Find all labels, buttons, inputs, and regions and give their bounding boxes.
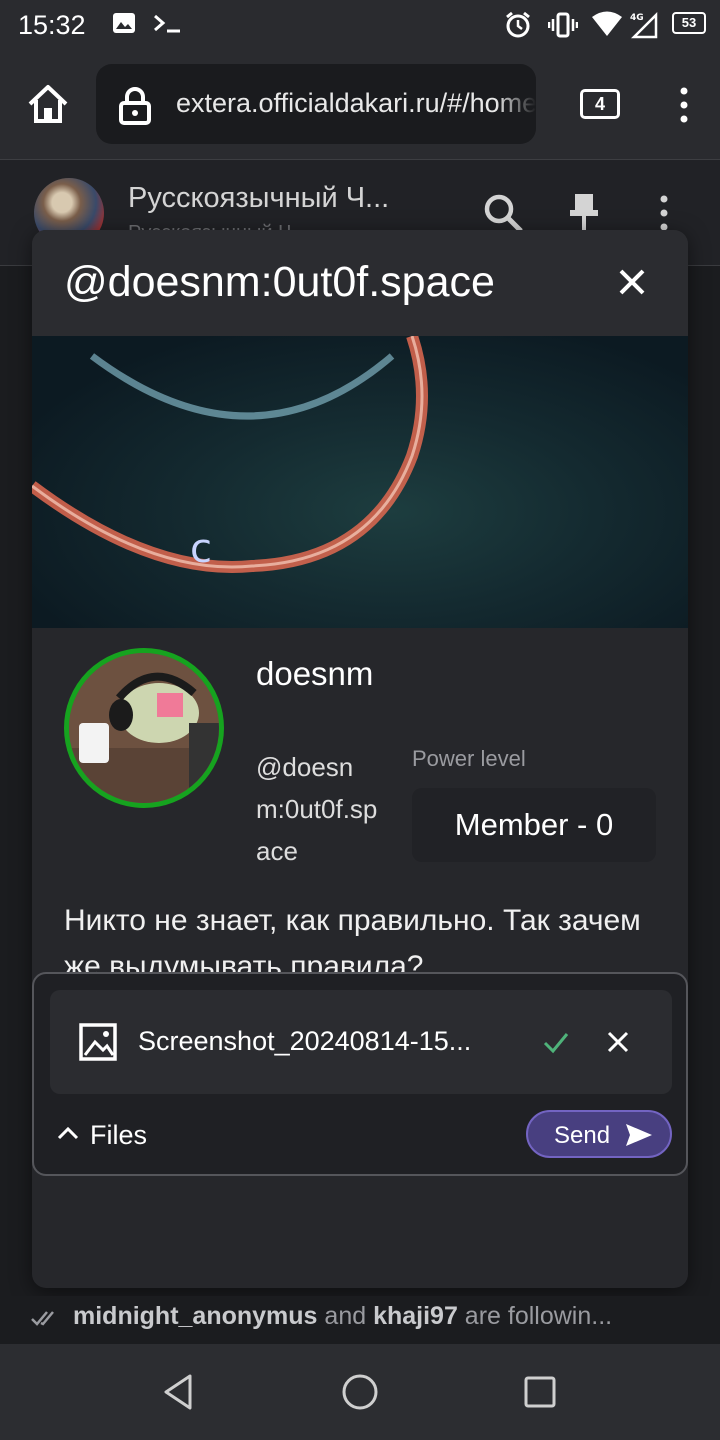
dialog-header: @doesnm:0ut0f.space	[32, 230, 688, 336]
back-icon[interactable]	[160, 1372, 196, 1417]
cell-signal-icon: 4G	[628, 11, 658, 44]
following-user-1[interactable]: midnight_anonymus	[73, 1302, 317, 1330]
android-nav-bar	[0, 1344, 720, 1440]
url-bar[interactable]: extera.officialdakari.ru/#/home	[96, 64, 536, 144]
home-icon[interactable]	[26, 82, 70, 131]
read-receipts-bar: midnight_anonymus and khaji97 are follow…	[0, 1296, 720, 1340]
banner-image: c	[32, 336, 428, 573]
user-id: @doesnm:0ut0f.space	[256, 752, 378, 866]
files-label: Files	[90, 1120, 148, 1150]
upload-panel: Screenshot_20240814-15... Files Send	[32, 972, 688, 1176]
lock-icon	[118, 86, 152, 131]
send-button[interactable]: Send	[526, 1110, 672, 1158]
svg-text:4G: 4G	[630, 13, 644, 23]
recents-icon[interactable]	[522, 1372, 558, 1417]
remove-file-icon[interactable]	[604, 1028, 632, 1056]
gallery-notification-icon	[112, 11, 136, 40]
user-avatar	[64, 648, 224, 808]
svg-text:c: c	[190, 526, 212, 572]
power-level-label: Power level	[412, 746, 526, 771]
chevron-up-icon	[56, 1124, 80, 1147]
image-file-icon	[78, 1022, 118, 1062]
close-icon[interactable]	[612, 262, 652, 302]
check-icon	[542, 1028, 570, 1056]
status-time: 15:32	[18, 10, 86, 40]
battery-icon: 53	[672, 12, 706, 34]
url-text: extera.officialdakari.ru/#/home	[176, 88, 536, 118]
send-icon	[624, 1122, 654, 1153]
alarm-icon	[504, 11, 532, 44]
tab-switcher-button[interactable]: 4	[580, 89, 620, 119]
wifi-icon	[592, 11, 622, 42]
upload-file-name: Screenshot_20240814-15...	[138, 1026, 472, 1056]
room-name[interactable]: Русскоязычный Ч...	[128, 182, 389, 215]
following-suffix: are followin...	[457, 1302, 613, 1330]
terminal-notification-icon	[152, 11, 182, 40]
following-connector: and	[317, 1302, 374, 1330]
dialog-title: @doesnm:0ut0f.space	[64, 258, 495, 306]
browser-toolbar: extera.officialdakari.ru/#/home 4	[0, 52, 720, 160]
upload-file-row: Screenshot_20240814-15...	[50, 990, 672, 1094]
profile-banner: c	[32, 336, 688, 628]
vibrate-icon	[547, 11, 579, 44]
display-name: doesnm	[256, 655, 374, 692]
home-nav-icon[interactable]	[340, 1372, 380, 1417]
double-check-icon	[30, 1306, 58, 1335]
following-user-2[interactable]: khaji97	[373, 1302, 458, 1330]
send-label: Send	[554, 1122, 611, 1149]
status-bar: 15:32 4G 53	[0, 0, 720, 52]
power-level-select[interactable]: Member - 0	[412, 788, 656, 862]
following-text: midnight_anonymus and khaji97 are follow…	[73, 1302, 612, 1331]
browser-menu-icon[interactable]	[674, 86, 694, 131]
url-fade	[496, 64, 536, 144]
